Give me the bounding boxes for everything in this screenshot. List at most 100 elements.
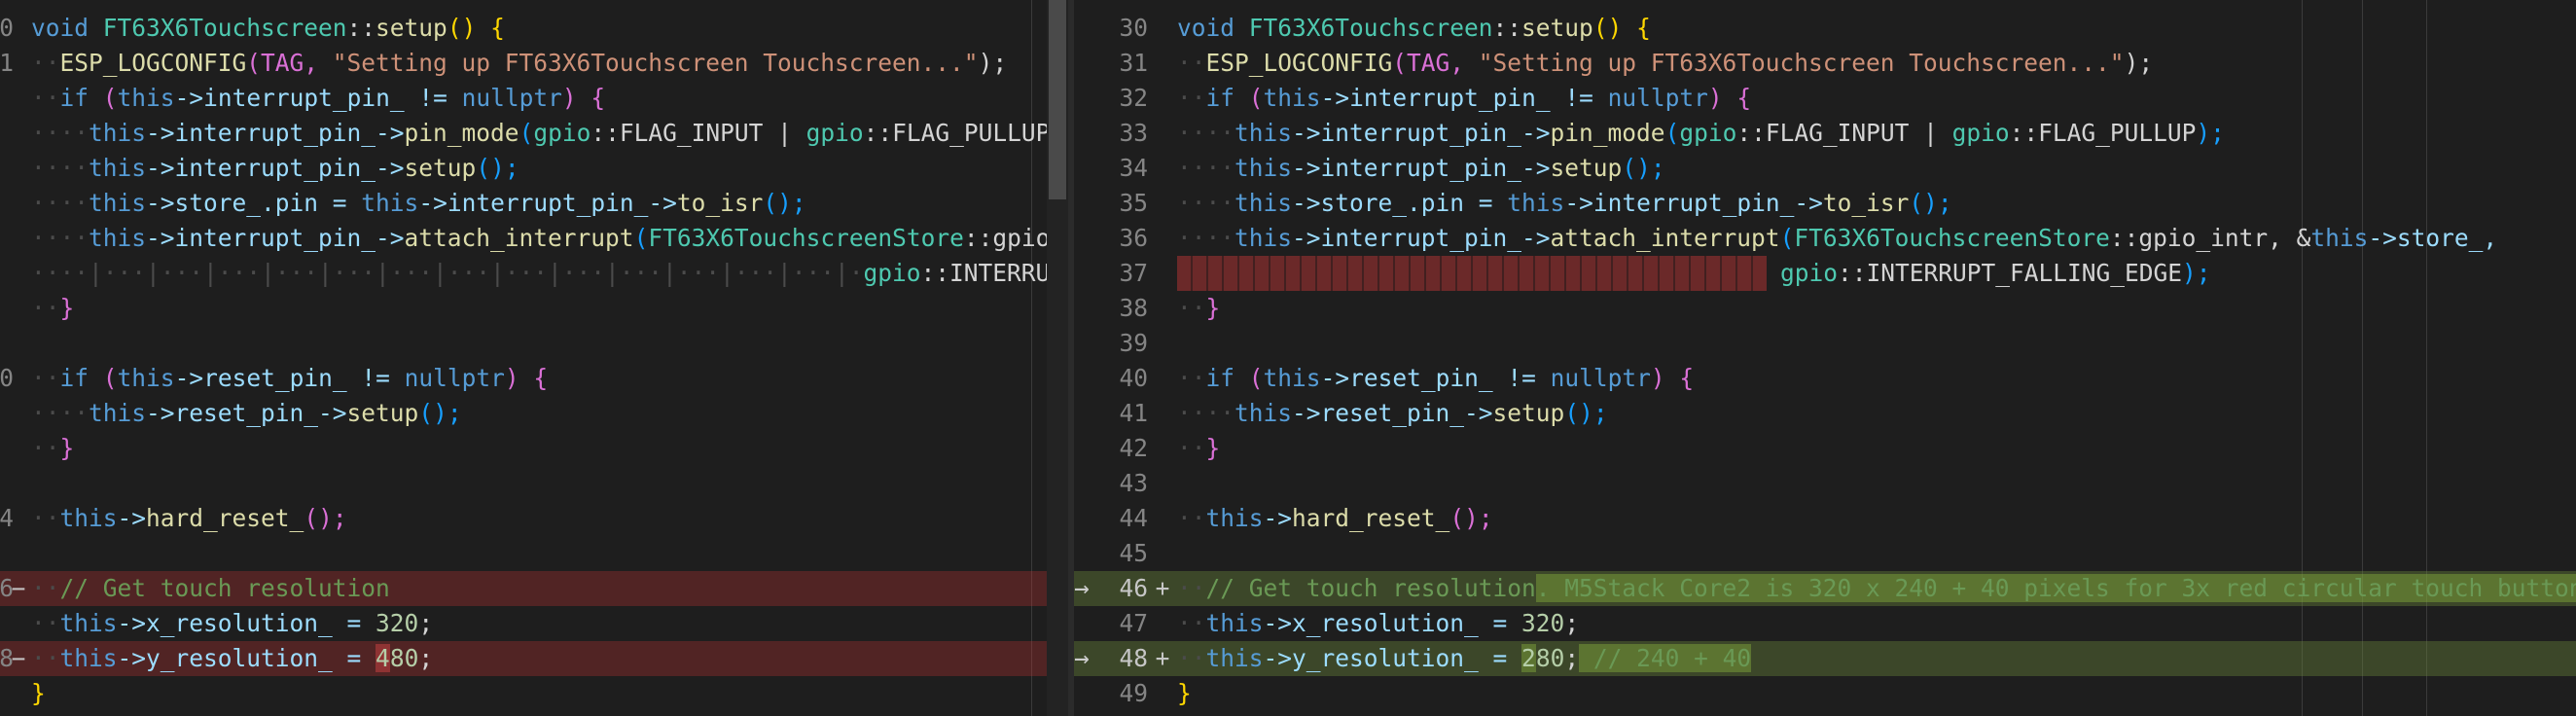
code-line[interactable]: 0 ··if (this->reset_pin_ != nullptr) { (0, 361, 1068, 396)
code-token: ->store_.pin = (146, 189, 362, 217)
code-token: FT63X6TouchscreenStore (648, 224, 964, 252)
code-token: ); (2196, 119, 2225, 147)
code-token: void (1177, 14, 1249, 42)
code-line[interactable]: 45 (1074, 536, 2576, 571)
code-line[interactable]: 44 ··this->hard_reset_(); (1074, 501, 2576, 536)
code-line[interactable]: } (0, 676, 1068, 711)
code-line[interactable]: ··} (0, 291, 1068, 326)
code-line[interactable]: 35 ····this->store_.pin = this->interrup… (1074, 186, 2576, 221)
line-number: 0 (0, 364, 14, 392)
code-line[interactable]: 0 void FT63X6Touchscreen::setup() { (0, 11, 1068, 46)
code-line[interactable]: 30 void FT63X6Touchscreen::setup() { (1074, 11, 2576, 46)
code-token: this (117, 84, 175, 112)
code-line[interactable]: 37 gpio::INTERRUPT_FALLING_EDGE); (1074, 256, 2576, 291)
code-line[interactable]: 38 ··} (1074, 291, 2576, 326)
line-number: 44 (1119, 504, 1148, 532)
added-marker: + (1155, 574, 1170, 602)
code-token: 80 (1535, 644, 1565, 672)
diff-original-pane[interactable]: 0 void FT63X6Touchscreen::setup() { 1 ··… (0, 0, 1068, 716)
code-token: (); (418, 399, 462, 427)
diff-modified-pane[interactable]: 30 void FT63X6Touchscreen::setup() { 31 … (1074, 0, 2576, 716)
code-token: ->interrupt_pin_-> (146, 119, 405, 147)
code-line[interactable]: ··this->x_resolution_ = 320; (0, 606, 1068, 641)
code-line[interactable]: 33 ····this->interrupt_pin_->pin_mode(gp… (1074, 116, 2576, 151)
code-line[interactable] (0, 536, 1068, 571)
deleted-line[interactable]: 6 − ··// Get touch resolution (0, 571, 1068, 606)
code-line[interactable]: 49 } (1074, 676, 2576, 711)
code-line[interactable]: 42 ··} (1074, 431, 2576, 466)
code-token: 2 (1521, 644, 1536, 672)
code-token: ( (1234, 84, 1264, 112)
line-number: 33 (1119, 119, 1148, 147)
code-token: to_isr (676, 189, 764, 217)
removed-whitespace-highlight (1177, 256, 1767, 291)
code-token: ( (1234, 364, 1264, 392)
deleted-line[interactable]: 8 − ··this->y_resolution_ = 480; (0, 641, 1068, 676)
code-token: gpio (1951, 119, 2010, 147)
line-number: 30 (1119, 14, 1148, 42)
code-token: () { (1592, 14, 1651, 42)
added-line[interactable]: → 46 + ··// Get touch resolution. M5Stac… (1074, 571, 2576, 606)
code-token: ); (2182, 259, 2211, 287)
code-line[interactable]: 4 ··this->hard_reset_(); (0, 501, 1068, 536)
code-token: this (89, 399, 147, 427)
line-number: 37 (1119, 259, 1148, 287)
code-token: ->reset_pin_ != (1320, 364, 1551, 392)
code-token: ->interrupt_pin_-> (1564, 189, 1823, 217)
code-token: ; (1564, 609, 1580, 637)
code-line[interactable]: 1 ··ESP_LOGCONFIG(TAG, "Setting up FT63X… (0, 46, 1068, 81)
code-token: } (1177, 679, 1192, 707)
code-token: ->interrupt_pin_-> (146, 154, 405, 182)
code-line[interactable]: 34 ····this->interrupt_pin_->setup(); (1074, 151, 2576, 186)
code-token: ::FLAG_PULLUP (2009, 119, 2197, 147)
code-token: this (1234, 189, 1293, 217)
code-line[interactable]: ····this->interrupt_pin_->setup(); (0, 151, 1068, 186)
code-token: ); (978, 49, 1008, 77)
code-token: } (59, 294, 75, 322)
code-line[interactable]: ····this->store_.pin = this->interrupt_p… (0, 186, 1068, 221)
code-line[interactable]: 36 ····this->interrupt_pin_->attach_inte… (1074, 221, 2576, 256)
code-token: (); (476, 154, 519, 182)
code-token: ::FLAG_INPUT | (590, 119, 806, 147)
code-line[interactable]: ··} (0, 431, 1068, 466)
code-token: gpio (1780, 259, 1839, 287)
code-token: "Setting up FT63X6Touchscreen Touchscree… (332, 49, 979, 77)
code-line[interactable]: 41 ····this->reset_pin_->setup(); (1074, 396, 2576, 431)
code-token: 320 (1521, 609, 1565, 637)
line-number: 43 (1119, 469, 1148, 497)
code-token: ) { (561, 84, 606, 112)
code-line[interactable] (0, 326, 1068, 361)
code-line[interactable]: 32 ··if (this->interrupt_pin_ != nullptr… (1074, 81, 2576, 116)
line-number: 34 (1119, 154, 1148, 182)
code-line[interactable]: ··if (this->interrupt_pin_ != nullptr) { (0, 81, 1068, 116)
code-line[interactable]: 47 ··this->x_resolution_ = 320; (1074, 606, 2576, 641)
code-token: 80 (389, 644, 419, 672)
code-token: setup (376, 14, 447, 42)
added-line[interactable]: → 48 + ··this->y_resolution_ = 280; // 2… (1074, 641, 2576, 676)
code-token: this (2310, 224, 2369, 252)
code-line[interactable] (0, 466, 1068, 501)
code-line[interactable]: 31 ··ESP_LOGCONFIG(TAG, "Setting up FT63… (1074, 46, 2576, 81)
code-line[interactable]: 39 (1074, 326, 2576, 361)
code-line[interactable]: ····this->interrupt_pin_->attach_interru… (0, 221, 1068, 256)
code-token: ); (2124, 49, 2154, 77)
code-token: ) { (1707, 84, 1752, 112)
line-number: 31 (1119, 49, 1148, 77)
code-line[interactable]: 40 ··if (this->reset_pin_ != nullptr) { (1074, 361, 2576, 396)
code-token: } (1205, 294, 1221, 322)
code-line[interactable]: 43 (1074, 466, 2576, 501)
code-token: ::gpio_intr, & (2109, 224, 2311, 252)
code-token: nullptr (461, 84, 562, 112)
code-token: // 240 + 40 (1579, 644, 1752, 672)
code-line[interactable]: ····this->interrupt_pin_->pin_mode(gpio:… (0, 116, 1068, 151)
code-token: ->interrupt_pin_-> (146, 224, 405, 252)
line-number: 35 (1119, 189, 1148, 217)
code-line[interactable]: ····|···|···|···|···|···|···|···|···|···… (0, 256, 1068, 291)
code-token: . M5Stack Core2 is 320 x 240 + 40 pixels… (1535, 574, 2576, 602)
code-token: this (1507, 189, 1565, 217)
left-scroll-thumb[interactable] (1049, 0, 1066, 199)
code-token: } (1205, 434, 1221, 462)
code-line[interactable]: ····this->reset_pin_->setup(); (0, 396, 1068, 431)
line-number: 4 (0, 504, 14, 532)
code-token: ->interrupt_pin_-> (418, 189, 677, 217)
